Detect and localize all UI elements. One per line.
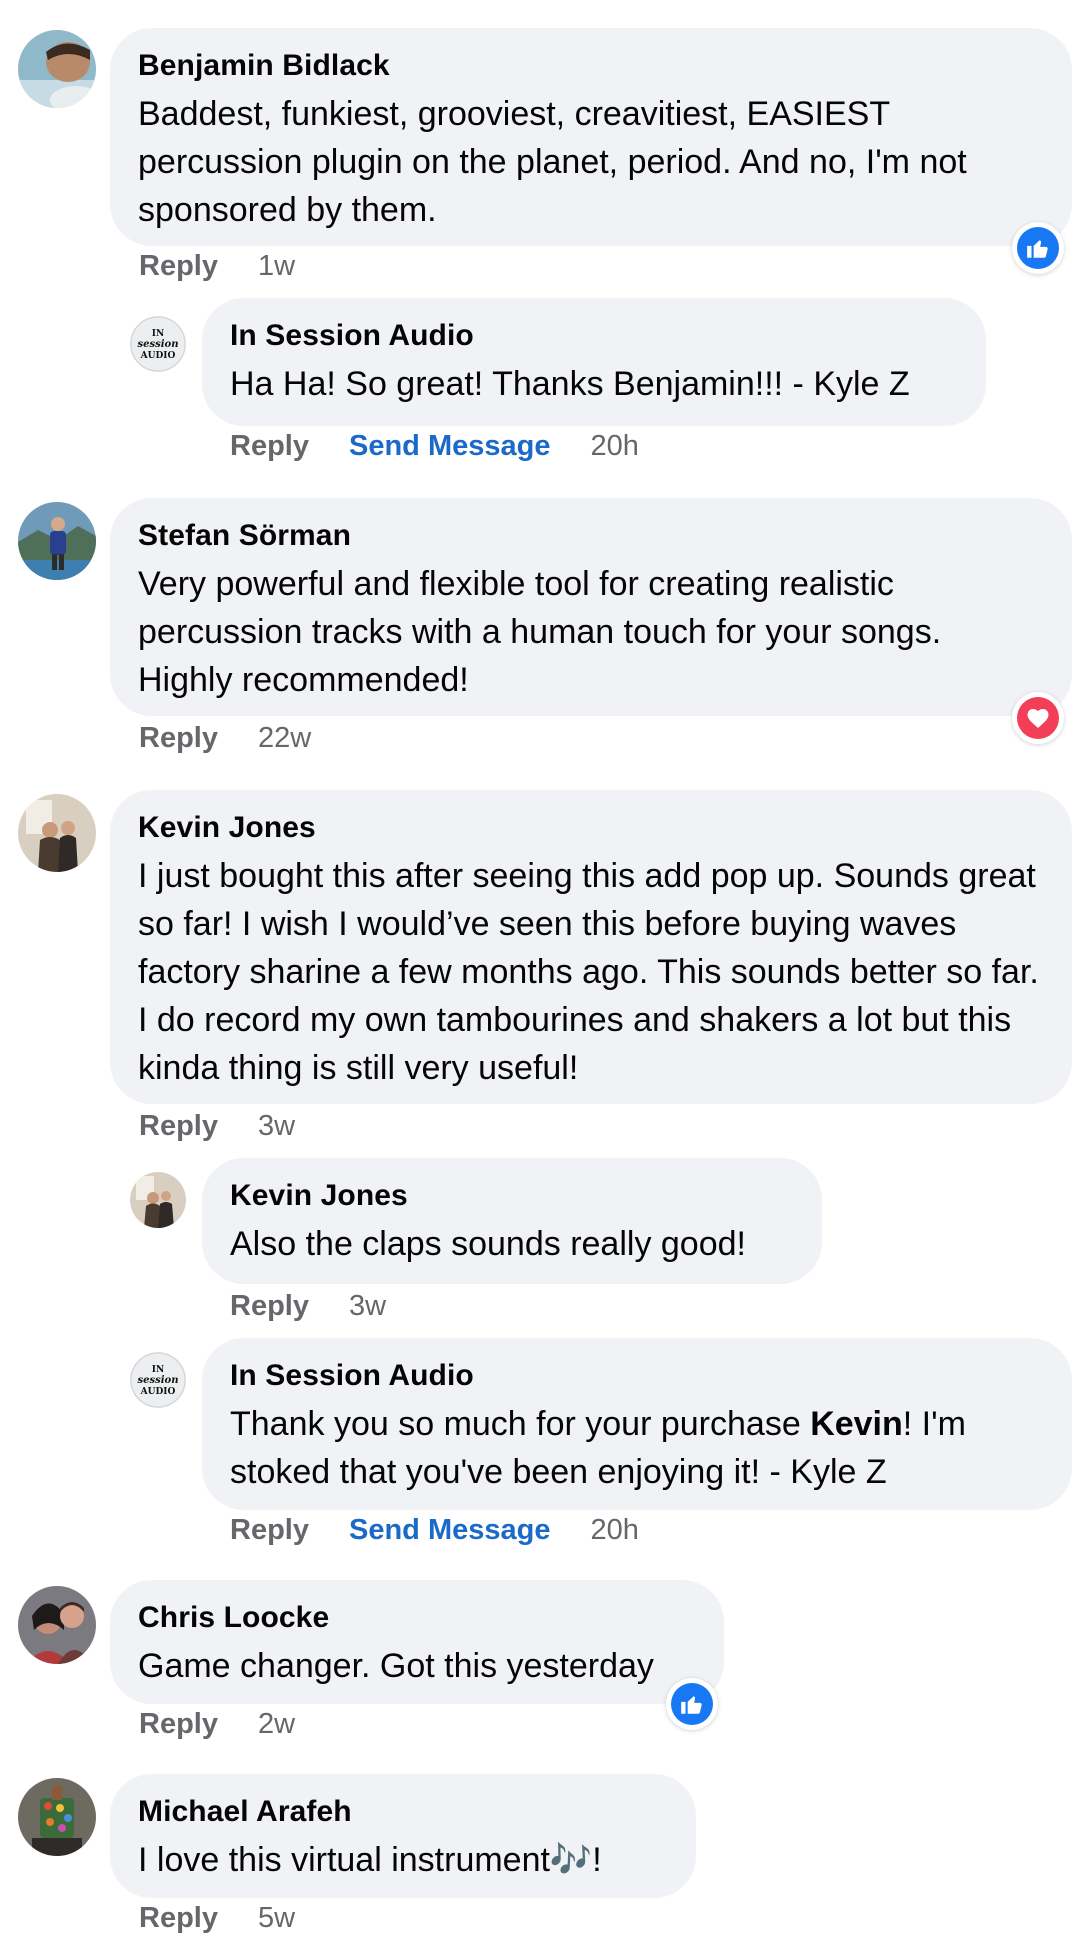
comment-bubble: Benjamin Bidlack Baddest, funkiest, groo… [110,28,1072,246]
comment-bubble: Kevin Jones I just bought this after see… [110,790,1072,1104]
comment-text: I just bought this after seeing this add… [138,857,1049,1087]
reply-button[interactable]: Reply [139,250,218,283]
comment-text: Game changer. Got this yesterday [138,1647,654,1685]
timestamp[interactable]: 20h [590,430,638,463]
comment-text: Very powerful and flexible tool for crea… [138,565,951,699]
comment-author[interactable]: Stefan Sörman [138,518,1044,554]
comment-actions: Reply 1w [139,250,295,283]
comment-author[interactable]: Chris Loocke [138,1600,696,1636]
comment-text-before: Thank you so much for your purchase [230,1405,811,1443]
comment-actions: Reply 2w [139,1708,295,1741]
avatar[interactable] [18,30,96,108]
comment-author[interactable]: In Session Audio [230,318,958,354]
comment-actions: Reply Send Message 20h [230,430,639,463]
love-icon [1017,697,1059,739]
avatar[interactable] [130,1172,186,1228]
comment-bubble: Stefan Sörman Very powerful and flexible… [110,498,1072,716]
comment-actions: Reply Send Message 20h [230,1514,639,1547]
comment-bubble: Kevin Jones Also the claps sounds really… [202,1158,822,1284]
comment-bubble: Michael Arafeh I love this virtual instr… [110,1774,696,1898]
comment-actions: Reply 3w [230,1290,386,1323]
send-message-link[interactable]: Send Message [349,1514,550,1547]
timestamp[interactable]: 3w [258,1110,295,1143]
comment-author[interactable]: Benjamin Bidlack [138,48,1044,84]
reply-button[interactable]: Reply [139,722,218,755]
comment-actions: Reply 22w [139,722,311,755]
timestamp[interactable]: 22w [258,722,311,755]
reply-button[interactable]: Reply [230,1514,309,1547]
comment-text: I love this virtual instrument🎶! [138,1841,602,1879]
comment-text: Also the claps sounds really good! [230,1225,746,1263]
like-icon [1017,227,1059,269]
avatar[interactable] [18,1778,96,1856]
reply-button[interactable]: Reply [139,1902,218,1935]
svg-text:AUDIO: AUDIO [140,351,176,361]
reply-button[interactable]: Reply [139,1708,218,1741]
svg-text:IN: IN [152,329,164,339]
comment-author[interactable]: In Session Audio [230,1358,1044,1394]
reaction-badge[interactable] [1012,692,1064,744]
reaction-badge[interactable] [1012,222,1064,274]
comment-bubble: Chris Loocke Game changer. Got this yest… [110,1580,724,1704]
timestamp[interactable]: 3w [349,1290,386,1323]
avatar[interactable] [18,1586,96,1664]
reaction-badge[interactable] [666,1678,718,1730]
comment-bubble: In Session Audio Ha Ha! So great! Thanks… [202,298,986,426]
timestamp[interactable]: 20h [590,1514,638,1547]
svg-text:AUDIO: AUDIO [140,1387,176,1397]
comment-author[interactable]: Kevin Jones [230,1178,794,1214]
comment-text: Baddest, funkiest, grooviest, creavities… [138,95,977,229]
comment-bubble: In Session Audio Thank you so much for y… [202,1338,1072,1510]
like-icon [671,1683,713,1725]
reply-button[interactable]: Reply [230,430,309,463]
svg-text:IN: IN [152,1365,164,1375]
in-session-audio-logo[interactable]: IN session AUDIO [130,316,186,372]
svg-text:session: session [138,339,179,350]
timestamp[interactable]: 1w [258,250,295,283]
comment-actions: Reply 5w [139,1902,295,1935]
comment-author[interactable]: Michael Arafeh [138,1794,668,1830]
comment-text: Thank you so much for your purchase Kevi… [230,1400,1044,1496]
in-session-audio-logo[interactable]: IN session AUDIO [130,1352,186,1408]
reply-button[interactable]: Reply [139,1110,218,1143]
comment-author[interactable]: Kevin Jones [138,810,1044,846]
svg-text:session: session [138,1375,179,1386]
comment-text: Ha Ha! So great! Thanks Benjamin!!! - Ky… [230,365,910,403]
reply-button[interactable]: Reply [230,1290,309,1323]
timestamp[interactable]: 2w [258,1708,295,1741]
avatar[interactable] [18,794,96,872]
comment-actions: Reply 3w [139,1110,295,1143]
mentioned-name[interactable]: Kevin [810,1405,903,1443]
send-message-link[interactable]: Send Message [349,430,550,463]
timestamp[interactable]: 5w [258,1902,295,1935]
avatar[interactable] [18,502,96,580]
